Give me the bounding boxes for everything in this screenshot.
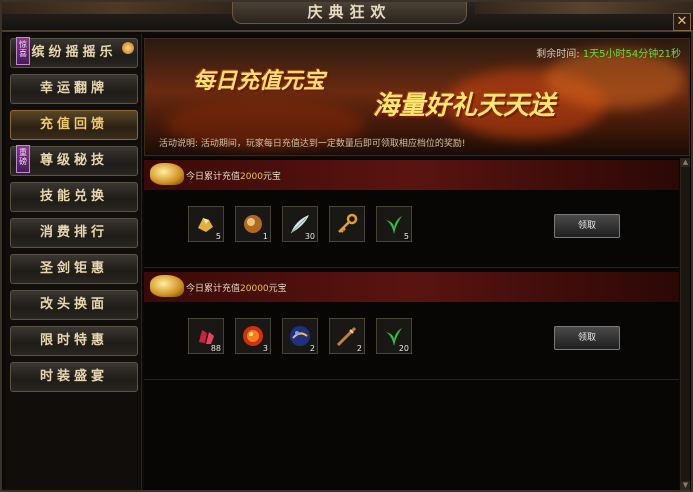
claim-button[interactable]: 领取 — [554, 214, 620, 238]
sidebar-item-label: 改头换面 — [39, 297, 108, 312]
item-count: 1 — [262, 232, 268, 241]
reward-list: 今日累计充值2000元宝 5 1 30 5 领取 今日累计充值20000元宝 8… — [144, 158, 679, 490]
sidebar-item-label: 尊级秘技 — [39, 153, 108, 168]
item-count: 20 — [398, 344, 409, 353]
scroll-up-icon[interactable]: ▲ — [681, 158, 690, 167]
scrollbar[interactable]: ▲ ▼ — [680, 158, 690, 490]
orb-icon — [244, 215, 262, 233]
reward-tier-title: 今日累计充值20000元宝 — [186, 284, 287, 294]
sidebar-item-lucky-flip[interactable]: 幸运翻牌 — [10, 74, 138, 104]
claim-button[interactable]: 领取 — [554, 326, 620, 350]
sidebar-item-label: 充值回馈 — [39, 117, 108, 132]
item-count: 30 — [304, 232, 315, 241]
item-count: 2 — [356, 344, 362, 353]
scroll-down-icon[interactable]: ▼ — [681, 481, 690, 490]
sidebar-item-label: 幸运翻牌 — [39, 81, 108, 96]
item-slot[interactable]: 2 — [329, 318, 365, 354]
item-count: 5 — [215, 232, 221, 241]
sidebar-item-label: 圣剑钜惠 — [39, 261, 108, 276]
timer-label: 剩余时间: — [536, 49, 580, 60]
sidebar-item-sword-deal[interactable]: 圣剑钜惠 — [10, 254, 138, 284]
reward-tier-header: 今日累计充值20000元宝 — [144, 272, 679, 302]
key-icon — [338, 213, 358, 233]
sidebar-item-label: 技能兑换 — [39, 189, 108, 204]
item-count: 88 — [210, 344, 221, 353]
gold-ore-icon — [198, 218, 213, 232]
window-title: 庆典狂欢 — [307, 3, 392, 21]
sidebar-item-makeover[interactable]: 改头换面 — [10, 290, 138, 320]
sidebar-item-lucky-shake[interactable]: 惊喜 缤纷摇摇乐 — [10, 37, 138, 68]
sidebar-item-recharge-reward[interactable]: 充值回馈 — [10, 110, 138, 140]
reward-tier-title: 今日累计充值2000元宝 — [186, 172, 281, 182]
item-count: 3 — [262, 344, 268, 353]
sidebar-item-label: 限时特惠 — [39, 333, 108, 348]
item-slot[interactable] — [329, 206, 365, 242]
item-slot[interactable]: 5 — [376, 206, 412, 242]
item-slot[interactable]: 3 — [235, 318, 271, 354]
heavy-tag: 重磅 — [16, 145, 30, 173]
blue-orb-icon — [290, 326, 310, 346]
herb-icon — [386, 216, 402, 234]
sidebar-item-label: 时装盛宴 — [39, 369, 108, 384]
item-slot[interactable]: 20 — [376, 318, 412, 354]
item-count: 5 — [403, 232, 409, 241]
reward-tier-header: 今日累计充值2000元宝 — [144, 160, 679, 190]
reward-tier: 今日累计充值2000元宝 5 1 30 5 领取 — [144, 158, 679, 268]
item-slot[interactable]: 88 — [188, 318, 224, 354]
item-slot[interactable]: 30 — [282, 206, 318, 242]
recharge-amount: 2000 — [240, 172, 263, 182]
reward-tier: 今日累计充值20000元宝 88 3 2 2 20 领取 — [144, 270, 679, 380]
sidebar-item-limited-sale[interactable]: 限时特惠 — [10, 326, 138, 356]
sidebar: 惊喜 缤纷摇摇乐 幸运翻牌 充值回馈 重磅 尊级秘技 技能兑换 消费排行 圣剑钜… — [6, 34, 142, 490]
gold-ingot-icon — [150, 275, 184, 297]
item-slot[interactable]: 2 — [282, 318, 318, 354]
close-button[interactable]: ✕ — [673, 13, 691, 31]
sidebar-item-skill-exchange[interactable]: 技能兑换 — [10, 182, 138, 212]
recharge-amount: 20000 — [240, 284, 269, 294]
notification-dot-icon — [122, 42, 134, 54]
countdown-timer: 剩余时间: 1天5小时54分钟21秒 — [536, 45, 681, 60]
surprise-tag: 惊喜 — [16, 37, 30, 65]
title-plate: 庆典狂欢 — [232, 2, 467, 24]
item-slot[interactable]: 1 — [235, 206, 271, 242]
banner-headline: 每日充值元宝 — [193, 68, 326, 94]
banner-slogan: 海量好礼天天送 — [373, 91, 556, 121]
timer-value: 1天5小时54分钟21秒 — [582, 49, 681, 60]
fire-orb-icon — [243, 326, 263, 346]
item-count: 2 — [309, 344, 315, 353]
title-bar: 庆典狂欢 ✕ — [2, 2, 693, 32]
event-description: 活动说明: 活动期间，玩家每日充值达到一定数量后即可领取相应档位的奖励! — [159, 139, 466, 149]
gold-ingot-icon — [150, 163, 184, 185]
sidebar-item-label: 缤纷摇摇乐 — [31, 45, 117, 60]
event-banner: 每日充值元宝 海量好礼天天送 剩余时间: 1天5小时54分钟21秒 活动说明: … — [144, 38, 690, 156]
sidebar-item-label: 消费排行 — [39, 225, 108, 240]
item-slot[interactable]: 5 — [188, 206, 224, 242]
weapon-icon — [336, 326, 357, 347]
sidebar-item-spend-ranking[interactable]: 消费排行 — [10, 218, 138, 248]
sidebar-item-fashion-feast[interactable]: 时装盛宴 — [10, 362, 138, 392]
window-frame: 庆典狂欢 ✕ 惊喜 缤纷摇摇乐 幸运翻牌 充值回馈 重磅 尊级秘技 技能兑换 消… — [0, 0, 693, 492]
sidebar-item-secret-skill[interactable]: 重磅 尊级秘技 — [10, 145, 138, 176]
